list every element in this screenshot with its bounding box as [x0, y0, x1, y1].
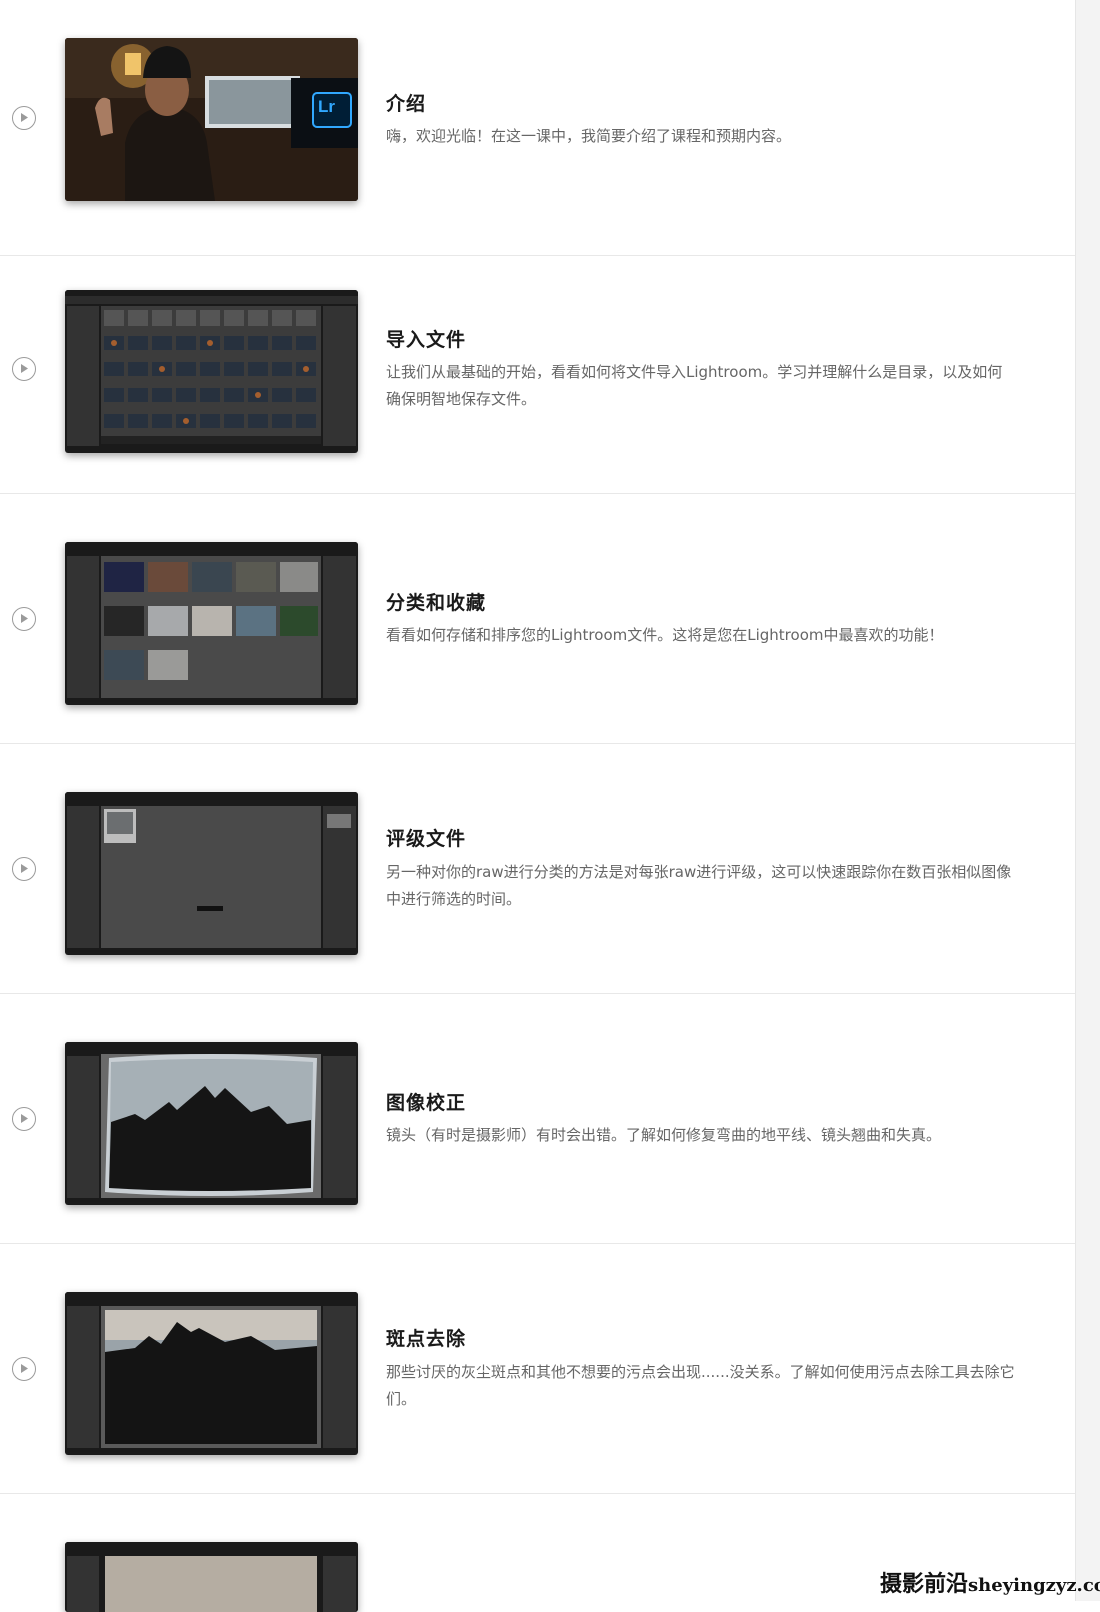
- lesson-item[interactable]: 分类和收藏 看看如何存储和排序您的Lightroom文件。这将是您在Lightr…: [0, 494, 1075, 744]
- lesson-description: 那些讨厌的灰尘斑点和其他不想要的污点会出现......没关系。了解如何使用污点去…: [386, 1363, 1015, 1408]
- lesson-description: 让我们从最基础的开始，看看如何将文件导入Lightroom。学习并理解什么是目录…: [386, 363, 1003, 408]
- lightroom-logo: Lr: [318, 97, 335, 116]
- lesson-thumbnail[interactable]: [65, 792, 358, 955]
- play-circle-icon[interactable]: [12, 607, 36, 631]
- lesson-item[interactable]: Lr 介绍 嗨，欢迎光临！在这一课中，我简要介绍了课程和预期内容。: [0, 0, 1075, 256]
- lesson-thumbnail[interactable]: [65, 1542, 358, 1612]
- lesson-item[interactable]: 评级文件 另一种对你的raw进行分类的方法是对每张raw进行评级，这可以快速跟踪…: [0, 744, 1075, 994]
- lesson-title[interactable]: 分类和收藏: [386, 588, 486, 615]
- play-circle-icon[interactable]: [12, 1107, 36, 1131]
- lesson-thumbnail[interactable]: [65, 542, 358, 705]
- play-circle-icon[interactable]: [12, 357, 36, 381]
- lesson-thumbnail[interactable]: Lr: [65, 38, 358, 201]
- lesson-description: 嗨，欢迎光临！在这一课中，我简要介绍了课程和预期内容。: [386, 127, 792, 145]
- play-circle-icon[interactable]: [12, 857, 36, 881]
- watermark: 摄影前沿sheyingzyz.com: [880, 1566, 1100, 1598]
- scrollbar-track[interactable]: [1075, 0, 1100, 1601]
- lesson-title[interactable]: 斑点去除: [386, 1324, 466, 1351]
- lesson-item[interactable]: 图像校正 镜头（有时是摄影师）有时会出错。了解如何修复弯曲的地平线、镜头翘曲和失…: [0, 994, 1075, 1244]
- lesson-item[interactable]: 导入文件 让我们从最基础的开始，看看如何将文件导入Lightroom。学习并理解…: [0, 243, 1075, 494]
- lesson-description: 看看如何存储和排序您的Lightroom文件。这将是您在Lightroom中最喜…: [386, 626, 944, 644]
- lesson-description: 镜头（有时是摄影师）有时会出错。了解如何修复弯曲的地平线、镜头翘曲和失真。: [386, 1126, 942, 1144]
- play-circle-icon[interactable]: [12, 106, 36, 130]
- lesson-thumbnail[interactable]: [65, 290, 358, 453]
- play-circle-icon[interactable]: [12, 1357, 36, 1381]
- lesson-title[interactable]: 介绍: [386, 89, 426, 116]
- watermark-domain: sheyingzyz.com: [968, 1575, 1100, 1596]
- lesson-title[interactable]: 导入文件: [386, 325, 466, 352]
- lesson-title[interactable]: 评级文件: [386, 824, 466, 851]
- watermark-cn: 摄影前沿: [880, 1571, 969, 1597]
- lesson-description: 另一种对你的raw进行分类的方法是对每张raw进行评级，这可以快速跟踪你在数百张…: [386, 863, 1012, 908]
- lesson-thumbnail[interactable]: [65, 1042, 358, 1205]
- lesson-thumbnail[interactable]: [65, 1292, 358, 1455]
- lesson-item[interactable]: 斑点去除 那些讨厌的灰尘斑点和其他不想要的污点会出现......没关系。了解如何…: [0, 1244, 1075, 1494]
- lesson-list: Lr 介绍 嗨，欢迎光临！在这一课中，我简要介绍了课程和预期内容。 导入文件 让…: [0, 0, 1075, 1612]
- lesson-title[interactable]: 图像校正: [386, 1088, 466, 1115]
